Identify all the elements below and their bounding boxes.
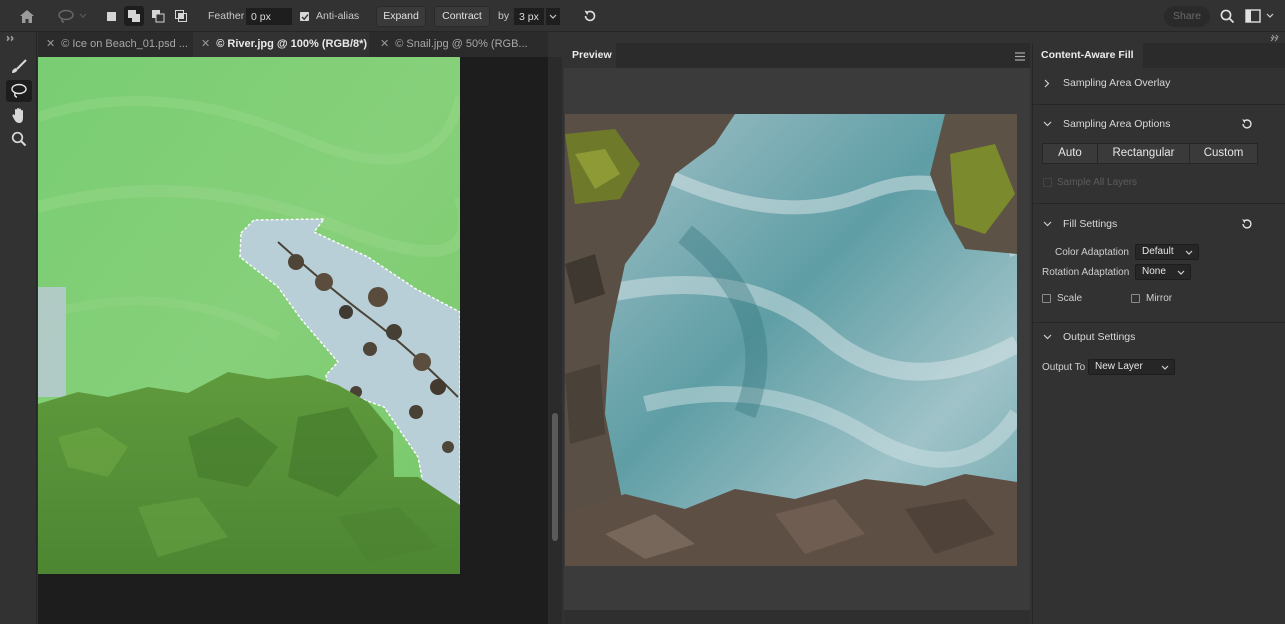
collapse-left-dock-icon[interactable] bbox=[4, 34, 16, 44]
section-sampling-overlay-header[interactable]: Sampling Area Overlay bbox=[1033, 73, 1285, 93]
antialias-checkbox[interactable] bbox=[300, 12, 309, 21]
hand-tool-icon[interactable] bbox=[6, 104, 32, 126]
document-tab-active[interactable]: ✕ © River.jpg @ 100% (RGB/8*) bbox=[193, 32, 369, 57]
by-label: by bbox=[498, 10, 510, 22]
document-tab[interactable]: ✕ © Ice on Beach_01.psd ... bbox=[38, 32, 190, 57]
sampling-mode-segmented: Auto Rectangular Custom bbox=[1042, 143, 1260, 164]
rotation-adaptation-select[interactable]: None bbox=[1135, 264, 1191, 280]
add-to-selection-icon[interactable] bbox=[124, 6, 144, 26]
expand-button[interactable]: Expand bbox=[376, 6, 426, 27]
tools-panel bbox=[0, 32, 37, 624]
document-canvas[interactable] bbox=[38, 57, 548, 624]
preview-status-strip bbox=[564, 610, 1030, 624]
by-amount-input[interactable]: 3 px bbox=[514, 8, 544, 25]
workspace-dropdown-icon[interactable] bbox=[1264, 10, 1276, 22]
antialias-label: Anti-alias bbox=[316, 10, 360, 22]
tab-title: © River.jpg @ 100% (RGB/8*) bbox=[216, 38, 368, 50]
chevron-down-icon bbox=[1041, 214, 1053, 234]
content-aware-fill-panel: Content-Aware Fill Sampling Area Overlay… bbox=[1032, 34, 1285, 624]
rectangular-mode-button[interactable]: Rectangular bbox=[1097, 143, 1190, 164]
panel-menu-icon[interactable] bbox=[1014, 50, 1026, 62]
close-tab-icon[interactable]: ✕ bbox=[201, 38, 210, 50]
chevron-down-icon bbox=[1041, 327, 1053, 347]
document-tabbar: ✕ © Ice on Beach_01.psd ... ✕ © River.jpg … bbox=[38, 32, 548, 57]
workspace-icon[interactable] bbox=[1244, 7, 1262, 25]
select-value: Default bbox=[1142, 246, 1174, 257]
preview-image[interactable] bbox=[565, 114, 1017, 566]
chevron-down-icon bbox=[1185, 247, 1193, 261]
subtract-from-selection-icon[interactable] bbox=[149, 8, 167, 24]
chevron-right-icon bbox=[1041, 73, 1053, 93]
close-tab-icon[interactable]: ✕ bbox=[46, 38, 55, 50]
reset-sampling-icon[interactable] bbox=[1239, 116, 1255, 132]
river-image-with-overlay[interactable] bbox=[38, 57, 460, 574]
divider bbox=[1033, 104, 1285, 105]
document-tab[interactable]: ✕ © Snail.jpg @ 50% (RGB... bbox=[372, 32, 532, 57]
preview-tabbar: Preview bbox=[564, 43, 1030, 68]
lasso-tool-icon[interactable] bbox=[6, 80, 32, 102]
preview-panel: Preview bbox=[564, 43, 1030, 624]
mirror-label: Mirror bbox=[1146, 293, 1173, 304]
tab-title: © Ice on Beach_01.psd ... bbox=[61, 38, 188, 50]
section-title: Sampling Area Overlay bbox=[1063, 77, 1171, 89]
tab-title: © Snail.jpg @ 50% (RGB... bbox=[395, 38, 528, 50]
search-icon[interactable] bbox=[1218, 7, 1236, 25]
canvas-vertical-scrollbar[interactable] bbox=[548, 57, 562, 624]
scrollbar-thumb[interactable] bbox=[552, 413, 558, 541]
output-to-label: Output To bbox=[1042, 362, 1086, 373]
chevron-down-icon bbox=[1041, 114, 1053, 134]
tab-content-aware-fill[interactable]: Content-Aware Fill bbox=[1033, 43, 1143, 68]
lasso-preset-icon[interactable] bbox=[55, 8, 77, 24]
feather-label: Feather bbox=[208, 10, 245, 22]
section-title: Output Settings bbox=[1063, 331, 1136, 343]
sample-all-layers-checkbox bbox=[1043, 178, 1052, 187]
section-title: Sampling Area Options bbox=[1063, 118, 1171, 130]
divider bbox=[1033, 322, 1285, 323]
contract-button[interactable]: Contract bbox=[434, 6, 490, 27]
reset-icon[interactable] bbox=[580, 7, 600, 25]
intersect-selection-icon[interactable] bbox=[172, 8, 190, 24]
chevron-down-icon bbox=[1161, 362, 1169, 376]
chevron-down-icon bbox=[1177, 267, 1185, 281]
divider bbox=[1033, 203, 1285, 204]
select-value: New Layer bbox=[1095, 361, 1143, 372]
scale-checkbox[interactable] bbox=[1042, 294, 1051, 303]
home-icon[interactable] bbox=[17, 8, 37, 24]
tab-preview[interactable]: Preview bbox=[564, 43, 616, 68]
new-selection-icon[interactable] bbox=[103, 9, 119, 23]
zoom-tool-icon[interactable] bbox=[6, 128, 32, 150]
rotation-adaptation-label: Rotation Adaptation bbox=[1042, 267, 1130, 278]
color-adaptation-label: Color Adaptation bbox=[1055, 247, 1129, 258]
sample-all-layers-label: Sample All Layers bbox=[1057, 177, 1138, 188]
scale-label: Scale bbox=[1057, 293, 1083, 304]
output-to-select[interactable]: New Layer bbox=[1088, 359, 1175, 375]
select-value: None bbox=[1142, 266, 1166, 277]
mirror-checkbox[interactable] bbox=[1131, 294, 1140, 303]
preset-dropdown-icon[interactable] bbox=[78, 10, 88, 22]
color-adaptation-select[interactable]: Default bbox=[1135, 244, 1199, 260]
auto-mode-button[interactable]: Auto bbox=[1042, 143, 1098, 164]
caf-tabbar: Content-Aware Fill bbox=[1033, 43, 1285, 68]
by-amount-dropdown[interactable] bbox=[546, 8, 560, 25]
section-title: Fill Settings bbox=[1063, 218, 1118, 230]
options-bar: Feather 0 px Anti-alias Expand Contract … bbox=[0, 0, 1285, 32]
share-button[interactable]: Share bbox=[1164, 6, 1210, 27]
section-output-settings-header[interactable]: Output Settings bbox=[1033, 327, 1285, 347]
custom-mode-button[interactable]: Custom bbox=[1189, 143, 1258, 164]
feather-input[interactable]: 0 px bbox=[246, 8, 292, 25]
collapse-right-dock-icon[interactable] bbox=[1268, 34, 1280, 44]
reset-fill-settings-icon[interactable] bbox=[1239, 216, 1255, 232]
brush-tool-icon[interactable] bbox=[6, 56, 32, 78]
close-tab-icon[interactable]: ✕ bbox=[380, 38, 389, 50]
